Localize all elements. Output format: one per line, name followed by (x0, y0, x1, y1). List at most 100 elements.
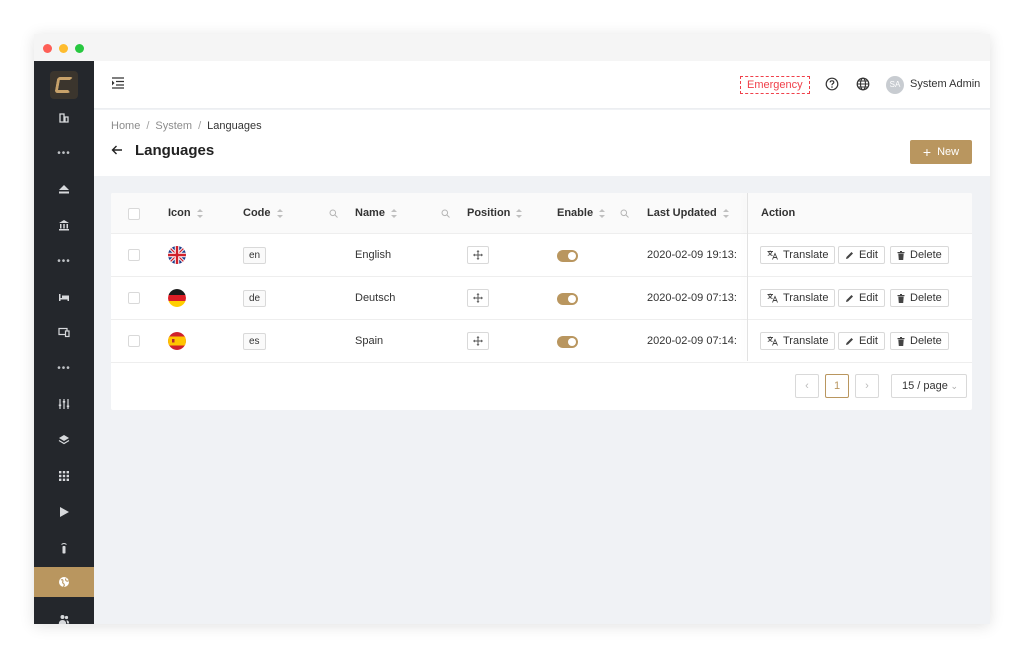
spain-flag-icon (168, 332, 186, 350)
minimize-window-button[interactable] (59, 44, 68, 53)
layers-icon (58, 435, 70, 445)
translate-button[interactable]: Translate (760, 246, 836, 264)
edit-button[interactable]: Edit (838, 289, 885, 307)
sort-icon[interactable] (516, 208, 523, 218)
delete-button[interactable]: Delete (890, 246, 949, 264)
drag-handle-button[interactable] (467, 332, 489, 350)
last-updated-value: 2020-02-09 07:14: (647, 335, 737, 347)
column-header-name[interactable]: Name (355, 207, 397, 219)
back-arrow-icon[interactable] (111, 144, 123, 156)
user-avatar[interactable]: SA (886, 76, 904, 94)
delete-button[interactable]: Delete (890, 289, 949, 307)
search-icon[interactable] (620, 209, 629, 218)
sidebar-item-play[interactable] (34, 497, 94, 527)
edit-label: Edit (859, 292, 878, 304)
help-icon[interactable] (825, 77, 839, 91)
translate-button[interactable]: Translate (760, 332, 836, 350)
column-header-last-updated[interactable]: Last Updated (647, 207, 729, 219)
sidebar-item-more-1[interactable]: ••• (34, 138, 94, 168)
page-header: Home / System / Languages Languages + New (94, 110, 990, 176)
table-row: en English 2020-02-09 19:13: Translate E… (111, 234, 972, 277)
more-icon: ••• (57, 255, 71, 267)
sidebar: ••• ••• ••• (34, 61, 94, 624)
sidebar-item-more-2[interactable]: ••• (34, 246, 94, 276)
enable-toggle[interactable] (557, 293, 578, 305)
sort-icon[interactable] (722, 208, 729, 218)
edit-pencil-icon (846, 294, 853, 302)
page-number-button[interactable]: 1 (825, 374, 849, 398)
app-logo[interactable] (50, 71, 78, 99)
row-checkbox[interactable] (128, 335, 140, 347)
trash-icon (897, 336, 905, 346)
language-name: Spain (355, 335, 384, 347)
menu-fold-icon[interactable] (111, 77, 125, 89)
globe-icon (59, 577, 69, 588)
delete-button[interactable]: Delete (890, 332, 949, 350)
page-size-value: 15 / page (902, 380, 948, 392)
drag-handle-button[interactable] (467, 289, 489, 307)
sidebar-item-users[interactable] (34, 604, 94, 624)
user-name[interactable]: System Admin (910, 78, 980, 90)
breadcrumb-system[interactable]: System (155, 120, 192, 132)
code-tag: es (243, 333, 266, 350)
sidebar-item-languages[interactable] (34, 567, 94, 597)
language-globe-icon[interactable] (856, 77, 870, 91)
search-icon[interactable] (329, 209, 338, 218)
new-button[interactable]: + New (910, 140, 972, 164)
column-header-position[interactable]: Position (467, 207, 523, 219)
sort-icon[interactable] (196, 208, 203, 218)
column-header-enable[interactable]: Enable (557, 207, 606, 219)
sidebar-item-eject[interactable] (34, 174, 94, 204)
sidebar-item-more-3[interactable]: ••• (34, 353, 94, 383)
translate-icon (767, 336, 778, 346)
logo-mark-icon (54, 77, 74, 93)
enable-toggle[interactable] (557, 336, 578, 348)
title-bar (34, 34, 990, 61)
sidebar-item-layers[interactable] (34, 425, 94, 455)
move-icon (473, 293, 483, 303)
trash-icon (897, 250, 905, 260)
sidebar-item-import[interactable] (34, 103, 94, 133)
edit-button[interactable]: Edit (838, 332, 885, 350)
delete-label: Delete (910, 249, 942, 261)
maximize-window-button[interactable] (75, 44, 84, 53)
breadcrumb-home[interactable]: Home (111, 120, 140, 132)
enable-toggle[interactable] (557, 250, 578, 262)
sidebar-item-remote[interactable] (34, 533, 94, 563)
trash-icon (897, 293, 905, 303)
edit-button[interactable]: Edit (838, 246, 885, 264)
sidebar-item-bank[interactable] (34, 210, 94, 240)
select-all-checkbox[interactable] (128, 208, 140, 220)
translate-icon (767, 250, 778, 260)
sort-icon[interactable] (276, 208, 283, 218)
edit-label: Edit (859, 249, 878, 261)
page-title: Languages (135, 142, 215, 159)
sort-icon[interactable] (599, 208, 606, 218)
next-page-button[interactable]: › (855, 374, 879, 398)
emergency-button[interactable]: Emergency (740, 76, 810, 94)
edit-pencil-icon (846, 251, 853, 259)
sort-icon[interactable] (390, 208, 397, 218)
more-icon: ••• (57, 147, 71, 159)
page-size-select[interactable]: 15 / page ⌄ (891, 374, 967, 398)
column-label: Name (355, 207, 385, 219)
drag-handle-button[interactable] (467, 246, 489, 264)
breadcrumb-current: Languages (207, 120, 262, 132)
search-icon[interactable] (441, 209, 450, 218)
sidebar-item-devices[interactable] (34, 317, 94, 347)
prev-page-button[interactable]: ‹ (795, 374, 819, 398)
row-checkbox[interactable] (128, 249, 140, 261)
language-name: English (355, 249, 392, 261)
close-window-button[interactable] (43, 44, 52, 53)
sidebar-item-apps[interactable] (34, 461, 94, 491)
move-icon (473, 336, 483, 346)
translate-button[interactable]: Translate (760, 289, 836, 307)
column-header-icon[interactable]: Icon (168, 207, 203, 219)
sidebar-item-sliders[interactable] (34, 389, 94, 419)
row-checkbox[interactable] (128, 292, 140, 304)
sidebar-item-bed[interactable] (34, 282, 94, 312)
sliders-icon (58, 399, 70, 409)
move-icon (473, 250, 483, 260)
column-header-code[interactable]: Code (243, 207, 283, 219)
last-updated-value: 2020-02-09 19:13: (647, 249, 737, 261)
